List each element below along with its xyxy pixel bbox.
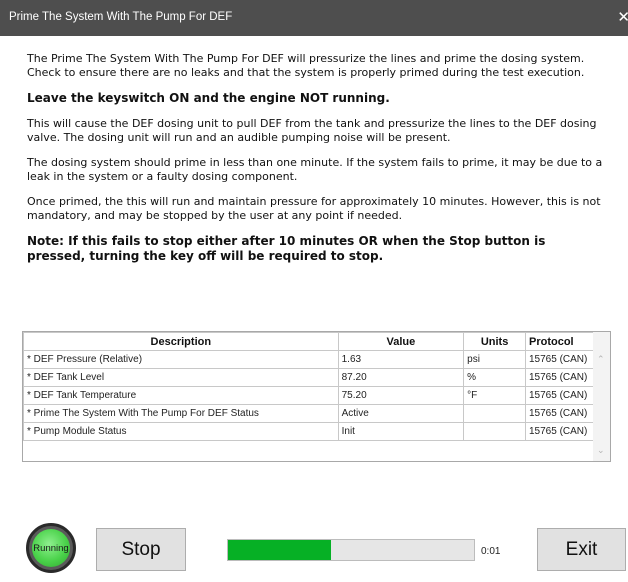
cell-value: Init (337, 422, 465, 441)
column-header-units[interactable]: Units (463, 332, 526, 351)
parameters-table-panel: Description Value Units Protocol * DEF P… (22, 331, 611, 462)
duration-text: Once primed, the this will run and maint… (27, 195, 601, 222)
progress-fill (228, 540, 332, 560)
instructions-panel: The Prime The System With The Pump For D… (27, 52, 607, 275)
cell-protocol: 15765 (CAN) (525, 368, 594, 387)
elapsed-time: 0:01 (481, 546, 501, 557)
cell-description: * Prime The System With The Pump For DEF… (23, 404, 339, 423)
cell-units: °F (463, 386, 526, 405)
scroll-down-icon[interactable]: ⌄ (597, 446, 605, 456)
column-header-protocol[interactable]: Protocol (525, 332, 594, 351)
window-title: Prime The System With The Pump For DEF (9, 11, 233, 23)
cell-value: 87.20 (337, 368, 465, 387)
cell-value: 75.20 (337, 386, 465, 405)
keyswitch-warning: Leave the keyswitch ON and the engine NO… (27, 91, 390, 105)
column-header-value[interactable]: Value (337, 332, 465, 351)
intro-text: The Prime The System With The Pump For D… (27, 52, 585, 79)
exit-button[interactable]: Exit (537, 528, 626, 571)
cell-description: * Pump Module Status (23, 422, 339, 441)
table-row[interactable]: * DEF Tank Temperature 75.20 °F 15765 (C… (23, 386, 594, 405)
table-row[interactable]: * DEF Tank Level 87.20 % 15765 (CAN) (23, 368, 594, 387)
cell-description: * DEF Tank Level (23, 368, 339, 387)
cell-protocol: 15765 (CAN) (525, 350, 594, 369)
stop-button[interactable]: Stop (96, 528, 186, 571)
running-status-indicator: Running (26, 523, 76, 573)
close-icon[interactable]: ✕ (617, 8, 628, 26)
prime-time-text: The dosing system should prime in less t… (27, 156, 603, 183)
cell-units (463, 422, 526, 441)
table-row[interactable]: * DEF Pressure (Relative) 1.63 psi 15765… (23, 350, 594, 369)
cell-protocol: 15765 (CAN) (525, 422, 594, 441)
table-scrollbar[interactable]: ⌃ ⌄ (593, 332, 610, 461)
progress-bar (227, 539, 475, 561)
table-row[interactable]: * Pump Module Status Init 15765 (CAN) (23, 422, 594, 441)
dosing-text: This will cause the DEF dosing unit to p… (27, 117, 597, 144)
cell-protocol: 15765 (CAN) (525, 386, 594, 405)
table-row[interactable]: * Prime The System With The Pump For DEF… (23, 404, 594, 423)
cell-description: * DEF Tank Temperature (23, 386, 339, 405)
cell-protocol: 15765 (CAN) (525, 404, 594, 423)
cell-description: * DEF Pressure (Relative) (23, 350, 339, 369)
column-header-description[interactable]: Description (23, 332, 339, 351)
cell-value: Active (337, 404, 465, 423)
stop-note: Note: If this fails to stop either after… (27, 234, 546, 263)
cell-units: % (463, 368, 526, 387)
scroll-up-icon[interactable]: ⌃ (597, 355, 605, 365)
parameters-table: Description Value Units Protocol * DEF P… (23, 332, 594, 441)
status-label: Running (32, 529, 70, 567)
cell-units (463, 404, 526, 423)
cell-units: psi (463, 350, 526, 369)
title-bar: Prime The System With The Pump For DEF ✕ (0, 0, 628, 36)
cell-value: 1.63 (337, 350, 465, 369)
table-header-row: Description Value Units Protocol (23, 332, 594, 351)
